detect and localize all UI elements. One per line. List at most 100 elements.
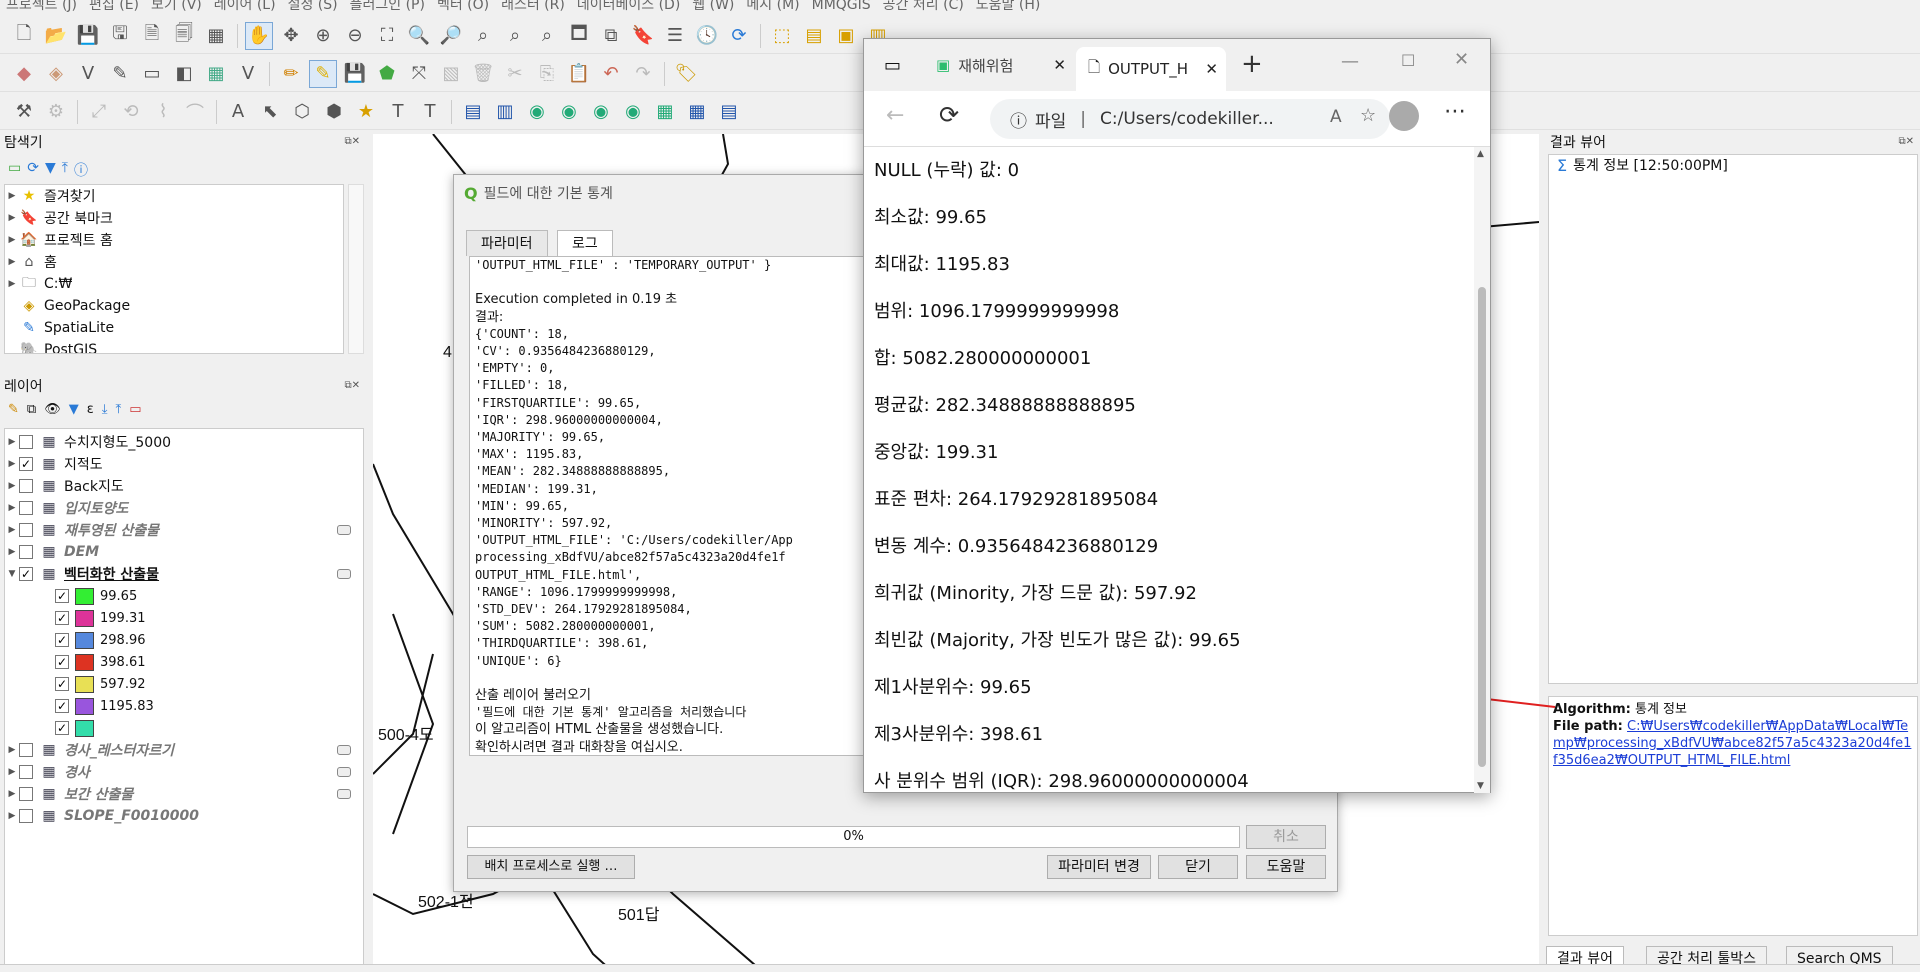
- browser-item[interactable]: ✎ SpatiaLite: [5, 317, 343, 339]
- manage-visibility-icon[interactable]: 👁: [44, 402, 61, 417]
- change-parameters-button[interactable]: 파라미터 변경: [1047, 855, 1151, 879]
- paste-icon[interactable]: 📋: [565, 60, 593, 88]
- layer-visibility-checkbox[interactable]: [19, 787, 33, 801]
- add-vector-icon[interactable]: V: [234, 60, 262, 88]
- current-edits-icon[interactable]: ✏: [277, 60, 305, 88]
- style-manager-icon[interactable]: ▦: [202, 22, 230, 50]
- menu-item[interactable]: 보기 (V): [151, 0, 202, 12]
- info-icon[interactable]: ⓘ: [74, 160, 88, 180]
- add-group-icon[interactable]: ⧉: [27, 402, 36, 417]
- new-geopackage-icon[interactable]: ◈: [42, 60, 70, 88]
- layout-manager-icon[interactable]: 🗐: [170, 22, 198, 50]
- expand-arrow-icon[interactable]: ▶: [5, 547, 19, 557]
- remove-layer-icon[interactable]: ▭: [129, 402, 141, 417]
- cut-icon[interactable]: ✂: [501, 60, 529, 88]
- window-close-icon[interactable]: ✕: [1454, 49, 1469, 70]
- expand-arrow-icon[interactable]: ▶: [5, 811, 19, 821]
- browser-item[interactable]: ◈ GeoPackage: [5, 295, 343, 317]
- star-tool-icon[interactable]: ★: [352, 98, 380, 126]
- legend-checkbox[interactable]: ✓: [55, 611, 69, 625]
- zoom-full-icon[interactable]: ⛶: [373, 22, 401, 50]
- filter-legend-icon[interactable]: ▼: [69, 402, 79, 417]
- layer-row[interactable]: ▼ ✓ ▦ 벡터화한 산출물: [5, 563, 363, 585]
- zoom-in-icon[interactable]: ⊕: [309, 22, 337, 50]
- open-project-icon[interactable]: 📂: [42, 22, 70, 50]
- undo-icon[interactable]: ↶: [597, 60, 625, 88]
- plugin-3-icon[interactable]: ◉: [523, 98, 551, 126]
- browser-item[interactable]: ▶ 🔖 공간 북마크: [5, 207, 343, 229]
- offset-curve-icon[interactable]: ⌒: [181, 98, 209, 126]
- close-tab-icon[interactable]: ✕: [1053, 56, 1066, 74]
- layer-visibility-checkbox[interactable]: [19, 501, 33, 515]
- scroll-thumb[interactable]: [1478, 287, 1486, 767]
- expand-arrow-icon[interactable]: ▶: [5, 745, 19, 755]
- collapse-all-icon[interactable]: ⤒: [62, 160, 68, 180]
- zoom-last-icon[interactable]: ⌕: [501, 22, 529, 50]
- expand-arrow-icon[interactable]: ▶: [5, 191, 19, 201]
- layer-styling-icon[interactable]: ✎: [8, 402, 19, 417]
- collapse-all-icon[interactable]: ⤒: [116, 402, 122, 417]
- legend-item[interactable]: ✓ 597.92: [5, 673, 363, 695]
- menu-item[interactable]: 프로젝트 (J): [6, 0, 77, 12]
- add-selected-icon[interactable]: ▭: [8, 160, 21, 180]
- panel-float-close-icon[interactable]: ⧉✕: [344, 380, 360, 391]
- scroll-up-icon[interactable]: ▲: [1477, 149, 1484, 159]
- refresh-icon[interactable]: ⟳: [27, 160, 39, 180]
- expand-all-icon[interactable]: ⤓: [102, 402, 108, 417]
- layer-visibility-checkbox[interactable]: ✓: [19, 457, 33, 471]
- deselect-icon[interactable]: ▣: [832, 22, 860, 50]
- plugin-5-icon[interactable]: ◉: [587, 98, 615, 126]
- move-feature-icon[interactable]: ⤢: [85, 98, 113, 126]
- maximize-icon[interactable]: ☐: [1401, 51, 1415, 70]
- zoom-out-icon[interactable]: ⊖: [341, 22, 369, 50]
- legend-item[interactable]: ✓: [5, 717, 363, 739]
- layer-row[interactable]: ▶ ▦ 경사: [5, 761, 363, 783]
- label-icon[interactable]: 🏷: [672, 60, 700, 88]
- layer-visibility-checkbox[interactable]: [19, 479, 33, 493]
- tab-parameters[interactable]: 파라미터: [466, 230, 548, 256]
- reload-icon[interactable]: ⟳: [939, 101, 959, 129]
- expand-arrow-icon[interactable]: ▼: [5, 569, 19, 579]
- raster-plugin-icon[interactable]: ▦: [651, 98, 679, 126]
- close-button[interactable]: 닫기: [1158, 855, 1238, 879]
- expand-arrow-icon[interactable]: ▶: [5, 279, 19, 289]
- layer-indicator-icon[interactable]: [337, 767, 351, 777]
- layer-row[interactable]: ▶ ▦ Back지도: [5, 475, 363, 497]
- layer-indicator-icon[interactable]: [337, 745, 351, 755]
- expand-arrow-icon[interactable]: ▶: [5, 481, 19, 491]
- legend-item[interactable]: ✓ 99.65: [5, 585, 363, 607]
- grid-plugin-icon[interactable]: ▦: [683, 98, 711, 126]
- redo-icon[interactable]: ↷: [629, 60, 657, 88]
- legend-checkbox[interactable]: ✓: [55, 721, 69, 735]
- temporal-controller-icon[interactable]: 🕓: [693, 22, 721, 50]
- back-icon[interactable]: ←: [886, 103, 904, 128]
- expand-arrow-icon[interactable]: ▶: [5, 525, 19, 535]
- pan-to-selection-icon[interactable]: ✥: [277, 22, 305, 50]
- new-virtual-layer-icon[interactable]: ▭: [138, 60, 166, 88]
- menu-item[interactable]: 래스터 (R): [501, 0, 565, 12]
- panel-float-close-icon[interactable]: ⧉✕: [344, 136, 360, 147]
- legend-checkbox[interactable]: ✓: [55, 677, 69, 691]
- expand-arrow-icon[interactable]: ▶: [5, 789, 19, 799]
- expand-arrow-icon[interactable]: ▶: [5, 213, 19, 223]
- zoom-layer-icon[interactable]: 🔎: [437, 22, 465, 50]
- menu-item[interactable]: 공간 처리 (C): [883, 0, 964, 12]
- cancel-button[interactable]: 취소: [1246, 825, 1326, 849]
- data-source-manager-icon[interactable]: ◆: [10, 60, 38, 88]
- new-project-icon[interactable]: 🗋: [10, 22, 38, 50]
- plugin-2-icon[interactable]: ▥: [491, 98, 519, 126]
- layer-row[interactable]: ▶ ▦ 경사_레스터자르기: [5, 739, 363, 761]
- plugin-6-icon[interactable]: ◉: [619, 98, 647, 126]
- toggle-editing-icon[interactable]: ✎: [309, 59, 337, 88]
- browser-item[interactable]: ▶ 🗀 C:₩: [5, 273, 343, 295]
- layer-visibility-checkbox[interactable]: [19, 809, 33, 823]
- rotate-feature-icon[interactable]: ⟲: [117, 98, 145, 126]
- new-shapefile-icon[interactable]: V: [74, 60, 102, 88]
- layer-row[interactable]: ▶ ▦ DEM: [5, 541, 363, 563]
- layer-visibility-checkbox[interactable]: [19, 545, 33, 559]
- trash-icon[interactable]: 🗑: [469, 60, 497, 88]
- expand-arrow-icon[interactable]: ▶: [5, 257, 19, 267]
- copy-icon[interactable]: ⎘: [533, 60, 561, 88]
- plugin-4-icon[interactable]: ◉: [555, 98, 583, 126]
- layer-visibility-checkbox[interactable]: [19, 523, 33, 537]
